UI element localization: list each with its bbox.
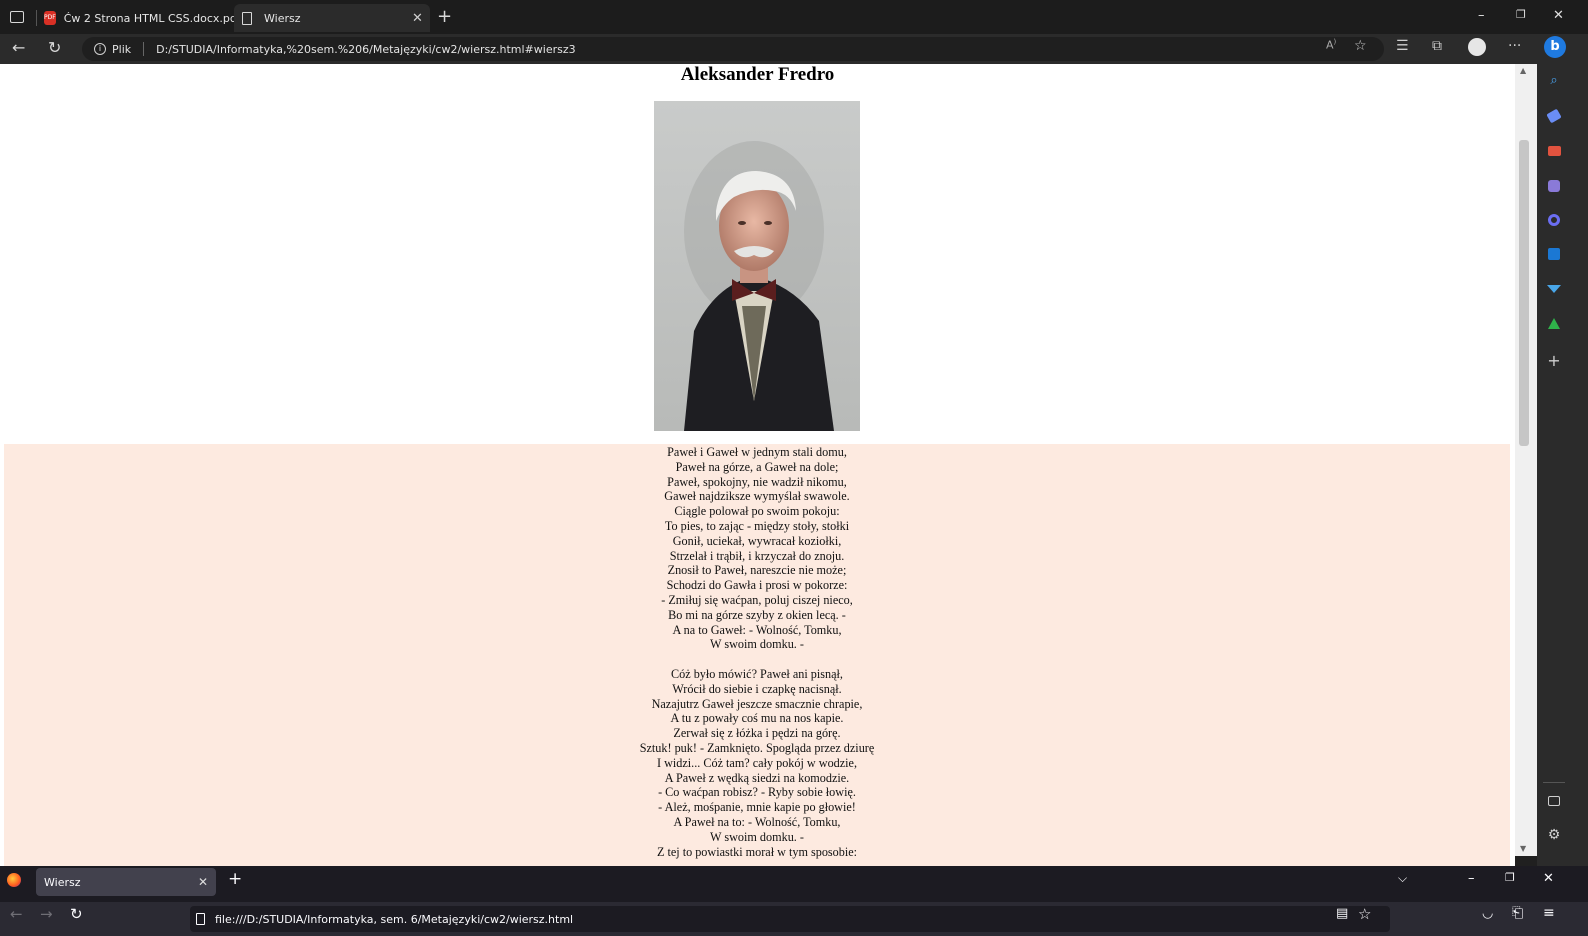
poem-line: Z tej to powiastki morał w tym sposobie: [656, 844, 858, 859]
tree-icon[interactable] [1546, 315, 1562, 331]
tab-wiersz[interactable]: Wiersz ✕ [234, 4, 430, 32]
settings-gear-icon[interactable]: ⚙ [1546, 827, 1562, 843]
poem-line: Sztuk! puk! - Zamknięto. Spogląda przez … [639, 740, 875, 755]
close-icon[interactable]: ✕ [198, 875, 208, 889]
restore-button[interactable]: ❐ [1516, 8, 1526, 21]
poem-line: Ciągle polował po swoim pokoju: [674, 504, 840, 519]
scrollbar-thumb[interactable] [1519, 140, 1529, 446]
poem-line: Strzelał i trąbił, i krzyczał do znoju. [669, 548, 845, 563]
scroll-down-arrow-icon[interactable]: ▼ [1520, 844, 1526, 853]
read-aloud-icon[interactable]: A) [1326, 38, 1336, 52]
restore-button[interactable]: ❐ [1505, 871, 1515, 884]
sidebar-divider [1543, 782, 1565, 783]
outlook-icon[interactable] [1546, 246, 1562, 262]
info-icon[interactable]: i [94, 43, 106, 55]
games-icon[interactable] [1546, 178, 1562, 194]
poem-line: A Paweł z wędką siedzi na komodzie. [664, 770, 850, 785]
pdf-icon: PDF [44, 11, 56, 25]
extensions-icon[interactable]: ⎗ [1512, 905, 1523, 921]
poem-line: A Paweł na to: - Wolność, Tomku, [673, 814, 841, 829]
tab-title: Ćw 2 Strona HTML CSS.docx.pdf [63, 11, 241, 25]
poem-line: Schodzi do Gawła i prosi w pokorze: [666, 578, 848, 593]
tab-pdf[interactable]: PDF Ćw 2 Strona HTML CSS.docx.pdf ✕ [40, 4, 262, 32]
tab-title: Wiersz [44, 875, 81, 889]
new-tab-button[interactable]: + [228, 869, 242, 889]
profile-avatar[interactable] [1468, 38, 1486, 56]
page-title: Aleksander Fredro [680, 64, 835, 85]
poem-line: Wrócił do siebie i czapkę nacisnął. [672, 681, 842, 696]
poem-line: - Co waćpan robisz? - Ryby sobie łowię. [658, 785, 856, 800]
favorites-list-icon[interactable]: ☰ [1396, 38, 1409, 54]
poem-line: - Zmiłuj się waćpan, poluj ciszej nieco, [661, 592, 853, 607]
poem-line: Gaweł najdziksze wymyślał swawole. [664, 489, 850, 504]
scroll-up-arrow-icon[interactable]: ▲ [1520, 66, 1526, 75]
more-menu-icon[interactable]: ··· [1508, 38, 1521, 54]
poem-line: Znosił to Paweł, nareszcie nie może; [667, 563, 847, 578]
poem-line: I widzi... Cóż tam? cały pokój w wodzie, [656, 755, 858, 770]
portrait-photo [654, 101, 860, 431]
close-window-button[interactable]: ✕ [1543, 871, 1554, 886]
back-arrow-icon[interactable]: ← [12, 38, 25, 57]
site-info-label[interactable]: Plik [112, 43, 131, 56]
collections-icon[interactable]: ⧉ [1432, 38, 1442, 54]
poem-line: Zerwał się z łóżka i pędzi na górę. [673, 726, 841, 741]
poem-line: To pies, to zając - między stoły, stołki [664, 518, 850, 533]
firefox-logo-icon[interactable] [7, 873, 21, 887]
split-screen-icon[interactable] [1546, 793, 1562, 809]
poem-line: Paweł na górze, a Gaweł na dole; [675, 459, 839, 474]
forward-arrow-icon[interactable]: → [40, 905, 53, 923]
portrait-illustration [654, 101, 860, 431]
minimize-button[interactable]: – [1468, 871, 1475, 886]
poem-line: Bo mi na górze szyby z okien lecą. - [668, 607, 846, 622]
poem-line: Nazajutrz Gaweł jeszcze smacznie chrapie… [651, 696, 863, 711]
poem-line: - Ależ, mośpanie, mnie kapie po głowie! [658, 800, 856, 815]
poem-line: W swoim domku. - [710, 829, 804, 844]
close-icon[interactable]: ✕ [412, 11, 423, 26]
separator [143, 42, 145, 56]
close-window-button[interactable]: ✕ [1553, 8, 1564, 23]
app-menu-icon[interactable]: ≡ [1543, 905, 1555, 921]
copilot-icon[interactable]: b [1544, 36, 1566, 58]
search-icon[interactable]: ⌕ [1546, 72, 1562, 88]
refresh-icon[interactable]: ↻ [48, 38, 61, 57]
page-icon [196, 913, 205, 925]
back-arrow-icon[interactable]: ← [10, 905, 23, 923]
add-sidebar-app-icon[interactable]: + [1546, 351, 1562, 370]
poem-line: Gonił, uciekał, wywracał koziołki, [672, 533, 842, 548]
tools-briefcase-icon[interactable] [1546, 143, 1562, 159]
tab-separator [36, 10, 37, 26]
copilot-app-icon[interactable] [1546, 212, 1562, 228]
poem-line: Paweł i Gaweł w jednym stali domu, [667, 445, 847, 459]
pocket-icon[interactable]: ◡ [1482, 906, 1493, 921]
poem-line: Cóż było mówić? Paweł ani pisnął, [671, 666, 843, 681]
url-text[interactable]: D:/STUDIA/Informatyka,%20sem.%206/Metaję… [156, 43, 576, 56]
poem-line: A na to Gaweł: - Wolność, Tomku, [672, 622, 842, 637]
page-icon [242, 11, 252, 25]
address-bar[interactable]: i Plik D:/STUDIA/Informatyka,%20sem.%206… [82, 37, 1384, 61]
list-all-tabs-icon[interactable]: ⌵ [1398, 871, 1407, 886]
new-tab-button[interactable]: + [437, 6, 452, 27]
minimize-button[interactable]: – [1478, 8, 1485, 23]
shopping-tag-icon[interactable] [1546, 108, 1562, 124]
poem-line [4, 652, 1510, 667]
tab-title: Wiersz [264, 11, 301, 25]
poem-line: Paweł, spokojny, nie wadził nikomu, [667, 474, 847, 489]
url-text[interactable]: file:///D:/STUDIA/Informatyka, sem. 6/Me… [215, 913, 573, 926]
poem-line: W swoim domku. - [710, 637, 804, 652]
edge-sidebar [1537, 64, 1588, 866]
firefox-tab-wiersz[interactable]: Wiersz ✕ [36, 868, 216, 896]
drop-send-icon[interactable] [1546, 281, 1562, 297]
poem-section: Paweł i Gaweł w jednym stali domu, Paweł… [4, 444, 1510, 866]
page-content: Aleksander Fredro Paweł i Gaweł w jednym… [0, 64, 1515, 866]
poem-line: A tu z powały coś mu na nos kapie. [670, 711, 844, 726]
bookmark-star-icon[interactable]: ☆ [1358, 905, 1371, 923]
firefox-address-bar[interactable]: file:///D:/STUDIA/Informatyka, sem. 6/Me… [190, 906, 1390, 932]
reader-view-icon[interactable]: ▤ [1336, 906, 1348, 921]
favorite-star-icon[interactable]: ☆ [1354, 38, 1367, 54]
tab-actions-icon[interactable] [10, 11, 24, 23]
refresh-icon[interactable]: ↻ [70, 905, 83, 923]
